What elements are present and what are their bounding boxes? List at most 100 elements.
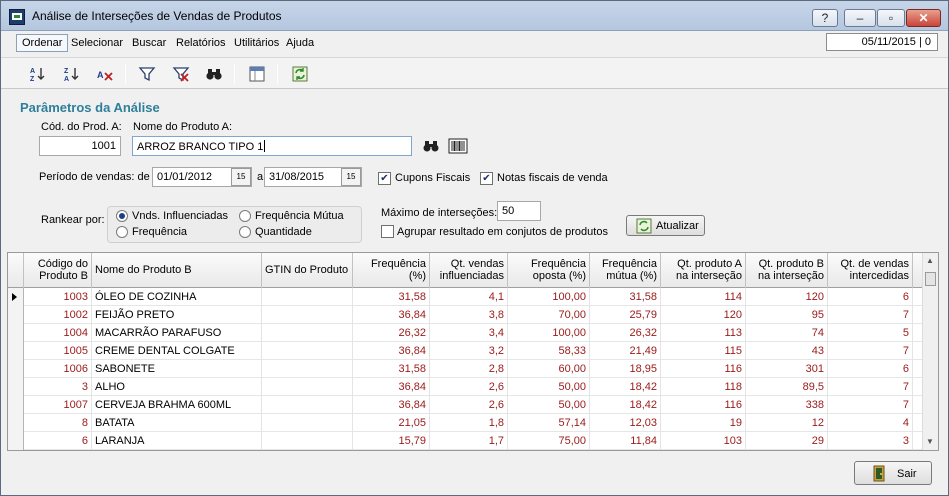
sort-asc-icon[interactable]: AZ — [28, 65, 48, 83]
clear-filter-icon[interactable] — [171, 65, 191, 83]
cell-freq-oposta: 57,14 — [508, 414, 590, 432]
cell-freq-mutua: 21,49 — [590, 342, 661, 360]
radio-freq-mutua-label: Frequência Mútua — [255, 210, 344, 222]
help-button[interactable]: ? — [812, 9, 838, 27]
header-gtin[interactable]: GTIN do Produto — [262, 253, 353, 288]
cell-freq: 36,84 — [353, 342, 430, 360]
cell-qt-prod-b: 120 — [746, 288, 828, 306]
agrupar-checkbox[interactable] — [381, 225, 394, 238]
table-row[interactable]: 1003 ÓLEO DE COZINHA 31,58 4,1 100,00 31,58 11… — [24, 288, 924, 306]
scroll-thumb[interactable] — [925, 272, 936, 286]
calendar-de-button[interactable]: 15 — [231, 168, 251, 186]
notas-checkbox[interactable]: ✔ — [480, 172, 493, 185]
nome-prod-a-input[interactable]: ARROZ BRANCO TIPO 1 — [132, 136, 412, 156]
current-row-indicator-icon — [12, 293, 17, 301]
header-nome[interactable]: Nome do Produto B — [92, 253, 262, 288]
cell-qt-vendas-infl: 2,6 — [430, 378, 508, 396]
table-row[interactable]: 8 BATATA 21,05 1,8 57,14 12,03 19 12 4 — [24, 414, 924, 432]
toolbar-separator — [277, 64, 278, 84]
scroll-up-icon[interactable]: ▲ — [926, 256, 934, 265]
atualizar-button[interactable]: Atualizar — [626, 215, 705, 236]
cell-gtin — [262, 342, 353, 360]
cell-freq-oposta: 60,00 — [508, 360, 590, 378]
sair-button[interactable]: Sair — [854, 461, 932, 485]
header-freq-oposta[interactable]: Frequência oposta (%) — [508, 253, 590, 288]
cod-prod-a-input[interactable]: 1001 — [39, 136, 121, 156]
menu-ajuda[interactable]: Ajuda — [286, 37, 314, 49]
menu-relatorios[interactable]: Relatórios — [176, 37, 226, 49]
cell-freq: 26,32 — [353, 324, 430, 342]
header-qt-vendas-infl[interactable]: Qt. vendas influenciadas — [430, 253, 508, 288]
cupons-checkbox[interactable]: ✔ — [378, 172, 391, 185]
max-intersecoes-input[interactable]: 50 — [497, 201, 541, 221]
search-product-binoculars-icon[interactable] — [422, 138, 440, 154]
cell-qt-vendas-infl: 4,1 — [430, 288, 508, 306]
cell-nome: SABONETE — [92, 360, 262, 378]
cell-codigo: 1003 — [24, 288, 92, 306]
cell-codigo: 1006 — [24, 360, 92, 378]
header-codigo[interactable]: Código do Produto B — [24, 253, 92, 288]
cell-codigo: 1005 — [24, 342, 92, 360]
table-row[interactable]: 6 LARANJA 15,79 1,7 75,00 11,84 103 29 3 — [24, 432, 924, 450]
table-row[interactable]: 1002 FEIJÃO PRETO 36,84 3,8 70,00 25,79 120 95 7 — [24, 306, 924, 324]
toolbar-separator — [234, 64, 235, 84]
cell-nome: MACARRÃO PARAFUSO — [92, 324, 262, 342]
close-button[interactable]: ✕ — [906, 9, 941, 27]
cell-qt-vendas-inter: 6 — [828, 288, 913, 306]
table-row[interactable]: 1005 CREME DENTAL COLGATE 36,84 3,2 58,33 21,… — [24, 342, 924, 360]
cell-freq-mutua: 12,03 — [590, 414, 661, 432]
maximize-button[interactable]: ▫ — [877, 9, 905, 27]
menu-utilitarios[interactable]: Utilitários — [234, 37, 279, 49]
cell-nome: CREME DENTAL COLGATE — [92, 342, 262, 360]
columns-icon[interactable] — [247, 65, 267, 83]
header-qt-prod-a[interactable]: Qt. produto A na interseção — [661, 253, 746, 288]
cell-codigo: 1007 — [24, 396, 92, 414]
radio-quantidade[interactable] — [239, 226, 251, 238]
cell-qt-prod-b: 12 — [746, 414, 828, 432]
table-row[interactable]: 3 ALHO 36,84 2,6 50,00 18,42 118 89,5 7 — [24, 378, 924, 396]
window-title: Análise de Interseções de Vendas de Prod… — [32, 9, 282, 23]
atualizar-label: Atualizar — [656, 220, 699, 232]
radio-frequencia-mutua[interactable] — [239, 210, 251, 222]
menu-ordenar[interactable]: Ordenar — [16, 34, 69, 52]
cell-qt-vendas-infl: 1,7 — [430, 432, 508, 450]
sort-desc-icon[interactable]: ZA — [62, 65, 82, 83]
radio-frequencia[interactable] — [116, 226, 128, 238]
sair-label: Sair — [897, 468, 917, 480]
cell-freq-mutua: 11,84 — [590, 432, 661, 450]
status-date: 05/11/2015 | 0 — [826, 33, 938, 51]
cell-qt-prod-b: 89,5 — [746, 378, 828, 396]
minimize-button[interactable]: – — [844, 9, 876, 27]
binoculars-icon[interactable] — [204, 65, 224, 83]
cell-qt-vendas-inter: 5 — [828, 324, 913, 342]
filter-icon[interactable] — [137, 65, 157, 83]
calendar-ate-button[interactable]: 15 — [341, 168, 361, 186]
cell-qt-prod-b: 74 — [746, 324, 828, 342]
cell-freq: 36,84 — [353, 378, 430, 396]
table-row[interactable]: 1006 SABONETE 31,58 2,8 60,00 18,95 116 301 6 — [24, 360, 924, 378]
header-freq-mutua[interactable]: Frequência mútua (%) — [590, 253, 661, 288]
cell-qt-vendas-infl: 1,8 — [430, 414, 508, 432]
header-qt-vendas-inter[interactable]: Qt. de vendas intercedidas — [828, 253, 913, 288]
cell-qt-vendas-inter: 7 — [828, 306, 913, 324]
cell-qt-prod-a: 118 — [661, 378, 746, 396]
scroll-down-icon[interactable]: ▼ — [926, 437, 934, 446]
cell-gtin — [262, 432, 353, 450]
cell-freq-oposta: 75,00 — [508, 432, 590, 450]
title-bar: Análise de Interseções de Vendas de Prod… — [1, 1, 948, 31]
header-qt-prod-b[interactable]: Qt. produto B na interseção — [746, 253, 828, 288]
cell-freq-oposta: 50,00 — [508, 378, 590, 396]
clear-sort-icon[interactable]: A — [95, 65, 115, 83]
table-row[interactable]: 1004 MACARRÃO PARAFUSO 26,32 3,4 100,00 26,32… — [24, 324, 924, 342]
vertical-scrollbar[interactable]: ▲ ▼ — [922, 253, 938, 450]
barcode-icon[interactable] — [448, 138, 468, 154]
menu-buscar[interactable]: Buscar — [132, 37, 166, 49]
header-freq[interactable]: Frequência (%) — [353, 253, 430, 288]
table-row[interactable]: 1007 CERVEJA BRAHMA 600ML 36,84 2,6 50,00 18,… — [24, 396, 924, 414]
radio-vnds-influenciadas[interactable] — [116, 210, 128, 222]
svg-text:A: A — [64, 76, 69, 83]
menu-selecionar[interactable]: Selecionar — [71, 37, 123, 49]
cell-nome: CERVEJA BRAHMA 600ML — [92, 396, 262, 414]
cell-freq-mutua: 26,32 — [590, 324, 661, 342]
refresh-icon[interactable] — [290, 65, 310, 83]
